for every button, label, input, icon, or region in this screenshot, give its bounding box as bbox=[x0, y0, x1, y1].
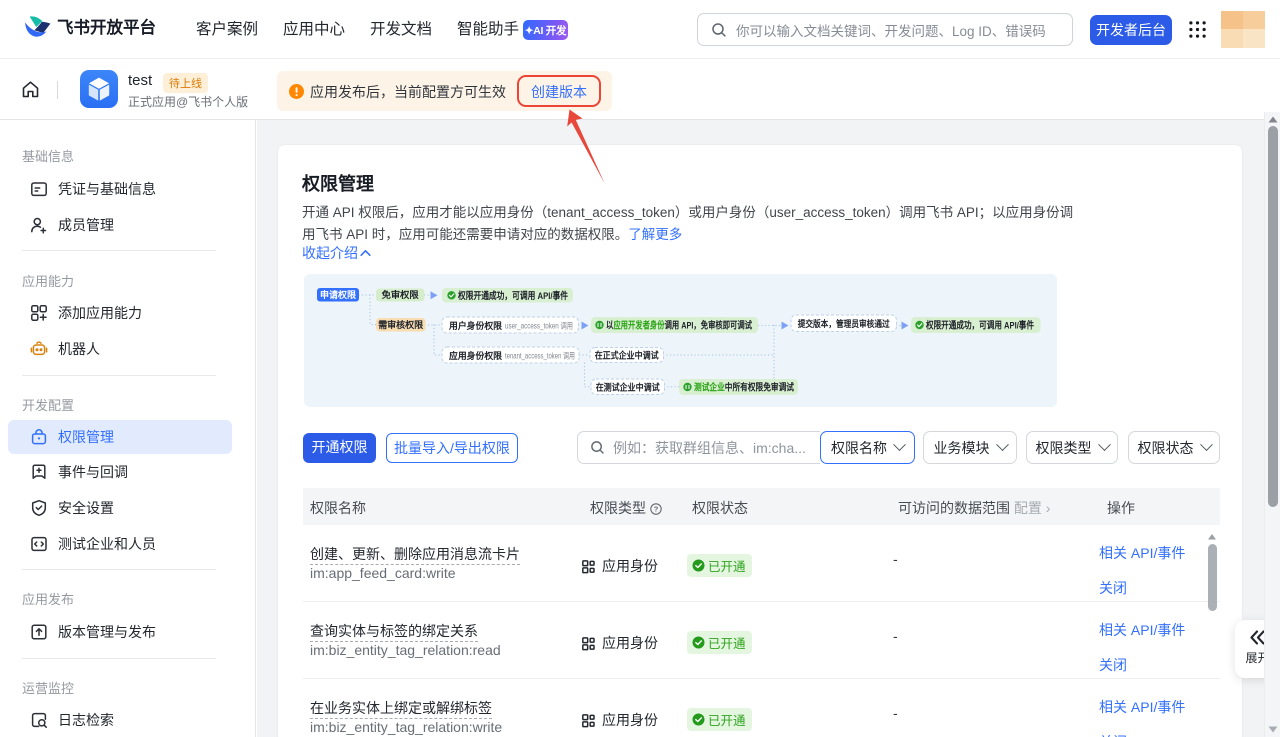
svg-text:免审权限: 免审权限 bbox=[382, 289, 420, 300]
svg-text:权限开通成功，可调用 API/事件: 权限开通成功，可调用 API/事件 bbox=[925, 320, 1034, 332]
svg-text:应用身份权限: 应用身份权限 bbox=[449, 350, 503, 361]
svg-text:提交版本，管理员审核通过: 提交版本，管理员审核通过 bbox=[798, 318, 890, 329]
svg-text:在正式企业中调试: 在正式企业中调试 bbox=[595, 350, 659, 361]
svg-text:在测试企业中调试: 在测试企业中调试 bbox=[596, 381, 660, 392]
svg-text:申请权限: 申请权限 bbox=[320, 289, 357, 300]
svg-text:用户身份权限: 用户身份权限 bbox=[448, 320, 503, 331]
svg-text:需审核权限: 需审核权限 bbox=[378, 319, 424, 330]
svg-text:测试企业中所有权限免审调试: 测试企业中所有权限免审调试 bbox=[694, 382, 794, 394]
svg-text:权限开通成功，可调用 API/事件: 权限开通成功，可调用 API/事件 bbox=[457, 290, 568, 302]
svg-text:?: ? bbox=[654, 504, 659, 513]
svg-text:以应用开发者身份调用 API，免审核即可调试: 以应用开发者身份调用 API，免审核即可调试 bbox=[606, 320, 752, 332]
svg-text:tenant_access_token 调用: tenant_access_token 调用 bbox=[505, 352, 575, 361]
svg-text:user_access_token 调用: user_access_token 调用 bbox=[505, 322, 573, 331]
